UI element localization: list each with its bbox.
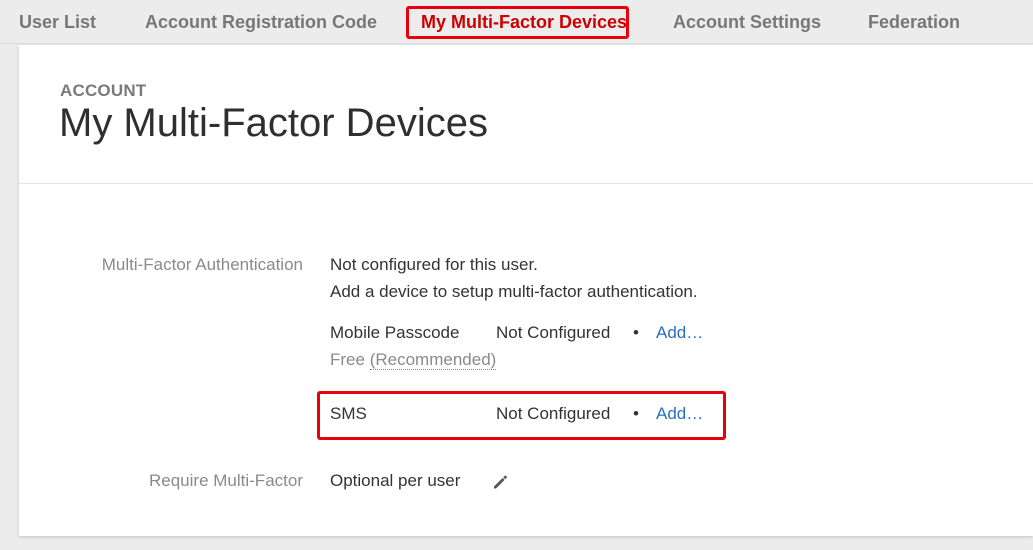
price-label: Free	[330, 350, 365, 369]
tab-my-multi-factor-devices[interactable]: My Multi-Factor Devices	[421, 0, 627, 44]
page-title: My Multi-Factor Devices	[59, 101, 488, 145]
tab-user-list[interactable]: User List	[19, 0, 96, 44]
add-mobile-passcode-link[interactable]: Add…	[656, 323, 703, 343]
separator-bullet: •	[633, 404, 639, 423]
recommended-tooltip[interactable]: (Recommended)	[369, 350, 497, 370]
device-status-mobile-passcode: Not Configured	[496, 323, 611, 342]
page-eyebrow: ACCOUNT	[60, 81, 147, 100]
add-sms-link[interactable]: Add…	[656, 404, 703, 424]
tab-account-settings[interactable]: Account Settings	[673, 0, 821, 44]
main-panel: ACCOUNT My Multi-Factor Devices Multi-Fa…	[19, 45, 1033, 536]
device-name-sms: SMS	[330, 404, 367, 423]
device-note-mobile-passcode: Free (Recommended)	[330, 350, 497, 370]
device-status-sms: Not Configured	[496, 404, 611, 423]
top-tab-bar: User List Account Registration Code My M…	[0, 0, 1033, 44]
tab-account-registration-code[interactable]: Account Registration Code	[145, 0, 377, 44]
pencil-icon[interactable]	[491, 473, 509, 491]
mfa-label: Multi-Factor Authentication	[101, 255, 303, 274]
require-mfa-value: Optional per user	[330, 471, 461, 490]
page-header: ACCOUNT My Multi-Factor Devices	[19, 45, 1033, 184]
separator-bullet: •	[633, 323, 639, 342]
tab-federation[interactable]: Federation	[868, 0, 960, 44]
mfa-status-line1: Not configured for this user.	[330, 255, 538, 274]
mfa-status-line2: Add a device to setup multi-factor authe…	[330, 282, 698, 301]
require-mfa-label: Require Multi-Factor	[149, 471, 303, 490]
device-name-mobile-passcode: Mobile Passcode	[330, 323, 460, 342]
